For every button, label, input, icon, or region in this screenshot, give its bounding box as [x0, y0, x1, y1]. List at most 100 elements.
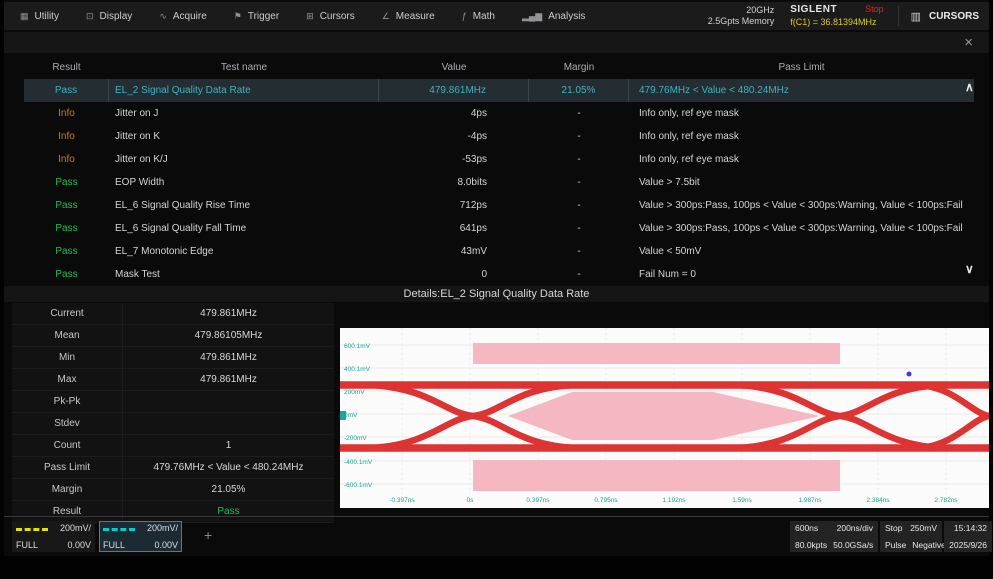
timebase-samplerate: 50.0GSa/s	[833, 540, 873, 550]
table-row[interactable]: PassMask Test0-Fail Num = 0	[24, 263, 974, 286]
result-cell: Info	[24, 108, 109, 119]
results-table-body: PassEL_2 Signal Quality Data Rate479.861…	[24, 79, 974, 286]
trigger-box[interactable]: Stop 250mV Pulse Negative	[880, 521, 942, 552]
cursors-menu[interactable]: ▥ CURSORS	[898, 6, 979, 26]
pass-limit-cell: Info only, ref eye mask	[629, 154, 974, 165]
margin-cell: -	[529, 223, 629, 234]
channel-box-c1[interactable]: 200mV/FULL0.00V	[12, 521, 95, 552]
cursors-icon: ⊞	[306, 11, 314, 22]
margin-cell: -	[529, 246, 629, 257]
table-row[interactable]: PassEL_6 Signal Quality Rise Time712ps-V…	[24, 194, 974, 217]
channel-scale: 200mV/	[147, 523, 178, 533]
scroll-down-icon[interactable]: ∨	[965, 262, 974, 276]
result-cell: Pass	[24, 177, 109, 188]
stats-row: Stdev	[12, 413, 334, 435]
bottom-separator	[4, 516, 989, 517]
trigger-type: Pulse	[885, 540, 906, 550]
result-cell: Pass	[24, 223, 109, 234]
channel-box-top-row: 200mV/	[16, 523, 91, 533]
stat-value: 479.861MHz	[122, 347, 334, 368]
menu-item-label: Analysis	[548, 11, 585, 22]
table-row[interactable]: InfoJitter on K/J-53ps-Info only, ref ey…	[24, 148, 974, 171]
stat-value	[122, 413, 334, 434]
math-icon: ƒ	[462, 11, 467, 21]
column-header: Result	[24, 62, 109, 73]
pass-limit-cell: Fail Num = 0	[629, 269, 974, 280]
test-name-cell: Jitter on J	[109, 108, 379, 119]
column-header: Pass Limit	[629, 62, 974, 73]
stats-row: ResultPass	[12, 501, 334, 523]
table-row[interactable]: PassEL_7 Monotonic Edge43mV-Value < 50mV	[24, 240, 974, 263]
stats-row: Count1	[12, 435, 334, 457]
run-state-badge: Stop	[865, 4, 884, 15]
stats-row: Mean479.86105MHz	[12, 325, 334, 347]
details-title: Details:EL_2 Signal Quality Data Rate	[4, 286, 989, 302]
stats-row: Pass Limit479.76MHz < Value < 480.24MHz	[12, 457, 334, 479]
menu-item-label: Math	[473, 11, 495, 22]
value-cell: -53ps	[379, 154, 529, 165]
table-row[interactable]: PassEL_6 Signal Quality Fall Time641ps-V…	[24, 217, 974, 240]
svg-text:0.795ns: 0.795ns	[594, 497, 618, 504]
stat-value: 21.05%	[122, 479, 334, 500]
clock-time: 15:14:32	[949, 523, 987, 533]
value-cell: 0	[379, 269, 529, 280]
table-row[interactable]: InfoJitter on K-4ps-Info only, ref eye m…	[24, 125, 974, 148]
menu-item-label: Trigger	[248, 11, 279, 22]
trigger-level: 250mV	[910, 523, 937, 533]
menu-item-acquire[interactable]: ∿Acquire	[159, 11, 206, 22]
brand-logo: SIGLENT	[790, 4, 837, 17]
stat-value	[122, 391, 334, 412]
table-row[interactable]: InfoJitter on J4ps-Info only, ref eye ma…	[24, 102, 974, 125]
result-cell: Info	[24, 154, 109, 165]
column-header: Margin	[529, 62, 629, 73]
pass-limit-cell: Value > 300ps:Pass, 100ps < Value < 300p…	[629, 223, 974, 234]
measure-icon: ∠	[382, 11, 390, 22]
acquisition-readout: 20GHz 2.5Gpts Memory	[708, 5, 775, 28]
measurement-readout: f(C1) = 36.81394MHz	[790, 17, 883, 28]
value-cell: 641ps	[379, 223, 529, 234]
svg-text:-200mV: -200mV	[344, 435, 367, 442]
svg-text:600.1mV: 600.1mV	[344, 343, 371, 350]
value-cell: 712ps	[379, 200, 529, 211]
channel-box-c2[interactable]: 200mV/FULL0.00V	[99, 521, 182, 552]
svg-text:400.1mV: 400.1mV	[344, 366, 371, 373]
trigger-slope: Negative	[912, 540, 946, 550]
value-cell: 479.861MHz	[379, 79, 529, 102]
menu-item-analysis[interactable]: ▂▄▆ Analysis	[522, 11, 585, 22]
table-row[interactable]: PassEOP Width8.0bits-Value > 7.5bit	[24, 171, 974, 194]
menu-item-math[interactable]: ƒ Math	[462, 11, 495, 22]
result-cell: Pass	[24, 269, 109, 280]
menu-item-label: Display	[100, 11, 133, 22]
timebase-box[interactable]: 600ns 200ns/div 80.0kpts 50.0GSa/s	[790, 521, 878, 552]
stats-row: Pk-Pk	[12, 391, 334, 413]
clock-box[interactable]: 15:14:32 2025/9/26	[944, 521, 992, 552]
eye-diagram-plot: 600.1mV400.1mV200mV0mV-200mV-400.1mV-600…	[340, 328, 989, 508]
analysis-icon: ▂▄▆	[522, 11, 542, 22]
svg-text:2.782ns: 2.782ns	[934, 497, 958, 504]
svg-text:-400.1mV: -400.1mV	[344, 459, 373, 466]
value-cell: 43mV	[379, 246, 529, 257]
channel-waveform-icon	[16, 528, 48, 531]
menu-item-cursors[interactable]: ⊞Cursors	[306, 11, 355, 22]
value-cell: 4ps	[379, 108, 529, 119]
pass-limit-cell: 479.76MHz < Value < 480.24MHz	[629, 79, 974, 102]
menu-item-display[interactable]: ⊡Display	[86, 11, 132, 22]
menu-item-measure[interactable]: ∠Measure	[382, 11, 435, 22]
close-icon[interactable]: ×	[964, 33, 973, 52]
menu-item-trigger[interactable]: ⚑Trigger	[234, 11, 279, 22]
acquire-icon: ∿	[159, 11, 167, 22]
channel-box-bottom-row: FULL0.00V	[16, 540, 91, 550]
test-name-cell: Jitter on K/J	[109, 154, 379, 165]
scroll-up-icon[interactable]: ∧	[965, 80, 974, 94]
margin-cell: 21.05%	[529, 79, 629, 102]
channel-waveform-icon	[103, 528, 135, 531]
menu-item-utility[interactable]: ▦Utility	[20, 11, 59, 22]
column-header: Value	[379, 62, 529, 73]
pass-limit-cell: Value > 7.5bit	[629, 177, 974, 188]
svg-text:1.987ns: 1.987ns	[798, 497, 822, 504]
svg-text:-600.1mV: -600.1mV	[344, 482, 373, 489]
stat-value: Pass	[122, 501, 334, 522]
stats-row: Margin21.05%	[12, 479, 334, 501]
table-row[interactable]: PassEL_2 Signal Quality Data Rate479.861…	[24, 79, 974, 102]
menu-bar-items: ▦Utility ⊡Display ∿Acquire ⚑Trigger ⊞Cursors…	[14, 11, 585, 22]
